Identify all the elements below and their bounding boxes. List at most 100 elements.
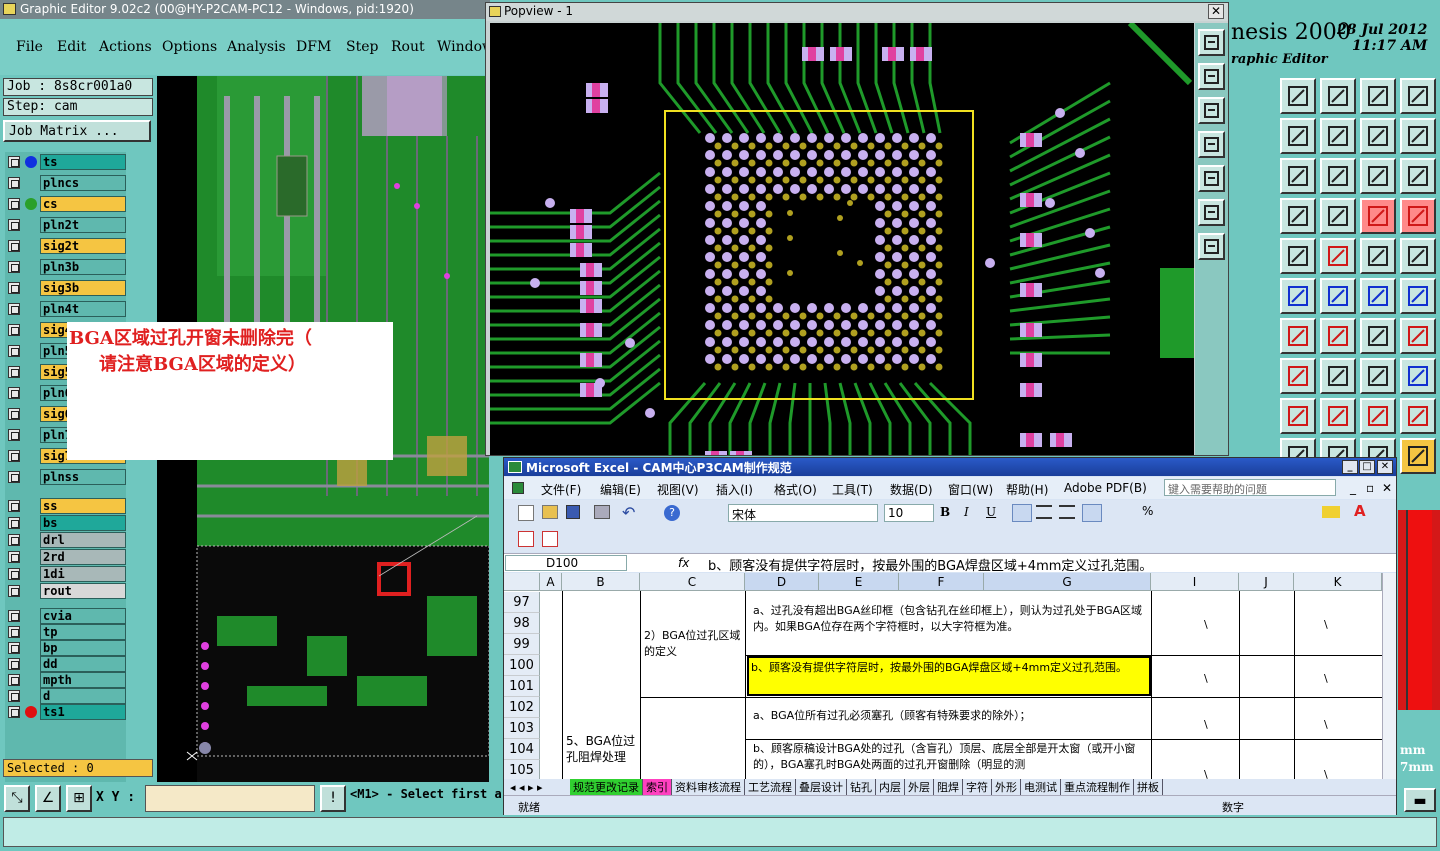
- layer-checkbox[interactable]: [8, 429, 20, 441]
- column-header[interactable]: G: [984, 573, 1151, 591]
- layer-row-mpth[interactable]: mpth: [5, 672, 126, 688]
- help-icon[interactable]: ?: [664, 505, 680, 521]
- layer-checkbox[interactable]: [8, 198, 20, 210]
- column-header[interactable]: K: [1294, 573, 1382, 591]
- layer-row-bs[interactable]: bs: [5, 515, 126, 531]
- excel-menu-pdf[interactable]: Adobe PDF(B): [1064, 481, 1147, 495]
- column-header[interactable]: A: [540, 573, 562, 591]
- layer-row-pln3b[interactable]: pln3b: [5, 259, 126, 275]
- tool-range-button[interactable]: [1360, 358, 1396, 394]
- layer-row-ts1[interactable]: ts1: [5, 704, 126, 720]
- layer-row-bp[interactable]: bp: [5, 640, 126, 656]
- row-header[interactable]: 103: [504, 718, 540, 739]
- tool-move-up-button[interactable]: [1280, 78, 1316, 114]
- menu-edit[interactable]: Edit: [57, 39, 86, 55]
- cell-i-slash-0[interactable]: \: [1204, 617, 1224, 633]
- column-header[interactable]: I: [1151, 573, 1239, 591]
- menu-file[interactable]: File: [16, 39, 43, 55]
- tool-ruler-button[interactable]: [1360, 238, 1396, 274]
- layer-checkbox[interactable]: [8, 534, 20, 546]
- menu-step[interactable]: Step: [346, 39, 378, 55]
- layer-checkbox[interactable]: [8, 500, 20, 512]
- excel-maximize-button[interactable]: □: [1359, 460, 1375, 474]
- layer-row-rout[interactable]: rout: [5, 583, 126, 599]
- layer-checkbox[interactable]: [8, 219, 20, 231]
- menu-dfm[interactable]: DFM: [296, 39, 331, 55]
- xy-input[interactable]: [145, 785, 315, 812]
- help-search-input[interactable]: 键入需要帮助的问题: [1164, 479, 1336, 496]
- menu-rout[interactable]: Rout: [391, 39, 425, 55]
- sheet-tab[interactable]: 内层: [876, 779, 905, 795]
- excel-menu-tools[interactable]: 工具(T): [832, 481, 873, 498]
- layer-checkbox[interactable]: [8, 658, 20, 670]
- tool-ring-blue-button[interactable]: [1400, 358, 1436, 394]
- row-header[interactable]: 101: [504, 676, 540, 697]
- layer-checkbox[interactable]: [8, 551, 20, 563]
- excel-menu-edit[interactable]: 编辑(E): [600, 481, 641, 498]
- tool-select-red-2-button[interactable]: [1400, 198, 1436, 234]
- font-color-icon[interactable]: A: [1354, 502, 1366, 520]
- column-header[interactable]: F: [899, 573, 984, 591]
- layer-row-plnss[interactable]: plnss: [5, 469, 126, 485]
- sheet-tab[interactable]: 电测试: [1021, 779, 1061, 795]
- layer-row-sig3b[interactable]: sig3b: [5, 280, 126, 296]
- vertical-scrollbar[interactable]: [1382, 573, 1396, 779]
- layer-row-d[interactable]: d: [5, 688, 126, 704]
- open-folder-icon[interactable]: [542, 505, 558, 519]
- font-size-select[interactable]: 10: [884, 504, 934, 522]
- layer-checkbox[interactable]: [8, 240, 20, 252]
- cell-k-slash-3[interactable]: \: [1324, 767, 1344, 779]
- merge-cells-button[interactable]: [1082, 504, 1102, 522]
- tool-select-red-button[interactable]: [1360, 198, 1396, 234]
- tool-triangle-red-button[interactable]: [1320, 238, 1356, 274]
- tool-mirror-button[interactable]: [1360, 118, 1396, 154]
- row-header[interactable]: 102: [504, 697, 540, 718]
- layer-row-cvia[interactable]: cvia: [5, 608, 126, 624]
- layer-checkbox[interactable]: [8, 690, 20, 702]
- layer-row-1di[interactable]: 1di: [5, 566, 126, 582]
- layer-checkbox[interactable]: [8, 282, 20, 294]
- tool-tool-cut-button[interactable]: [1280, 198, 1316, 234]
- excel-minimize-button[interactable]: _: [1342, 460, 1358, 474]
- row-header[interactable]: 97: [504, 592, 540, 613]
- row-header[interactable]: 99: [504, 634, 540, 655]
- tool-tri-red-3-button[interactable]: [1360, 398, 1396, 434]
- layer-checkbox[interactable]: [8, 642, 20, 654]
- layer-row-pln4t[interactable]: pln4t: [5, 301, 126, 317]
- tool-node-blue-button[interactable]: [1280, 278, 1316, 314]
- sheet-tab[interactable]: 外形: [992, 779, 1021, 795]
- popview-fit-button[interactable]: [1198, 199, 1225, 226]
- sheet-tab[interactable]: 拼板: [1134, 779, 1163, 795]
- tool-ratio-button[interactable]: [1360, 158, 1396, 194]
- popview-zoom-home-button[interactable]: [1198, 29, 1225, 56]
- italic-button[interactable]: I: [964, 505, 969, 519]
- zoom-tool-button[interactable]: ⤡: [4, 785, 30, 812]
- align-left-button[interactable]: [1012, 504, 1032, 522]
- font-name-select[interactable]: 宋体: [728, 504, 878, 522]
- sheet-tab[interactable]: 重点流程制作: [1061, 779, 1134, 795]
- save-icon[interactable]: [566, 505, 580, 519]
- cell-d4[interactable]: b、顾客原稿设计BGA处的过孔（含盲孔）顶层、底层全部是开太窗（或开小窗的），B…: [749, 741, 1149, 779]
- popview-pan-left-button[interactable]: [1198, 131, 1225, 158]
- layer-row-tp[interactable]: tp: [5, 624, 126, 640]
- job-matrix-button[interactable]: Job Matrix ...: [3, 120, 151, 142]
- layer-row-ss[interactable]: ss: [5, 498, 126, 514]
- doc-restore-button[interactable]: ▫: [1366, 481, 1374, 495]
- tool-line-red-button[interactable]: [1320, 318, 1356, 354]
- layer-checkbox[interactable]: [8, 324, 20, 336]
- layer-row-plncs[interactable]: plncs: [5, 175, 126, 191]
- cell-b-group[interactable]: 5、BGA位过孔阻焊处理: [566, 733, 638, 773]
- layer-row-pln2t[interactable]: pln2t: [5, 217, 126, 233]
- sheet-tab[interactable]: 索引: [643, 779, 672, 795]
- grid-tool-button[interactable]: ⊞: [66, 785, 92, 812]
- sheet-tab[interactable]: 外层: [905, 779, 934, 795]
- excel-menu-insert[interactable]: 插入(I): [716, 481, 753, 498]
- tool-segment-button[interactable]: [1320, 358, 1356, 394]
- layer-checkbox[interactable]: [8, 156, 20, 168]
- layer-checkbox[interactable]: [8, 303, 20, 315]
- tool-flip-button[interactable]: [1400, 118, 1436, 154]
- layer-checkbox[interactable]: [8, 450, 20, 462]
- sheet-tab[interactable]: 资料审核流程: [672, 779, 745, 795]
- cell-k-slash-1[interactable]: \: [1324, 671, 1344, 687]
- menu-actions[interactable]: Actions: [99, 39, 152, 55]
